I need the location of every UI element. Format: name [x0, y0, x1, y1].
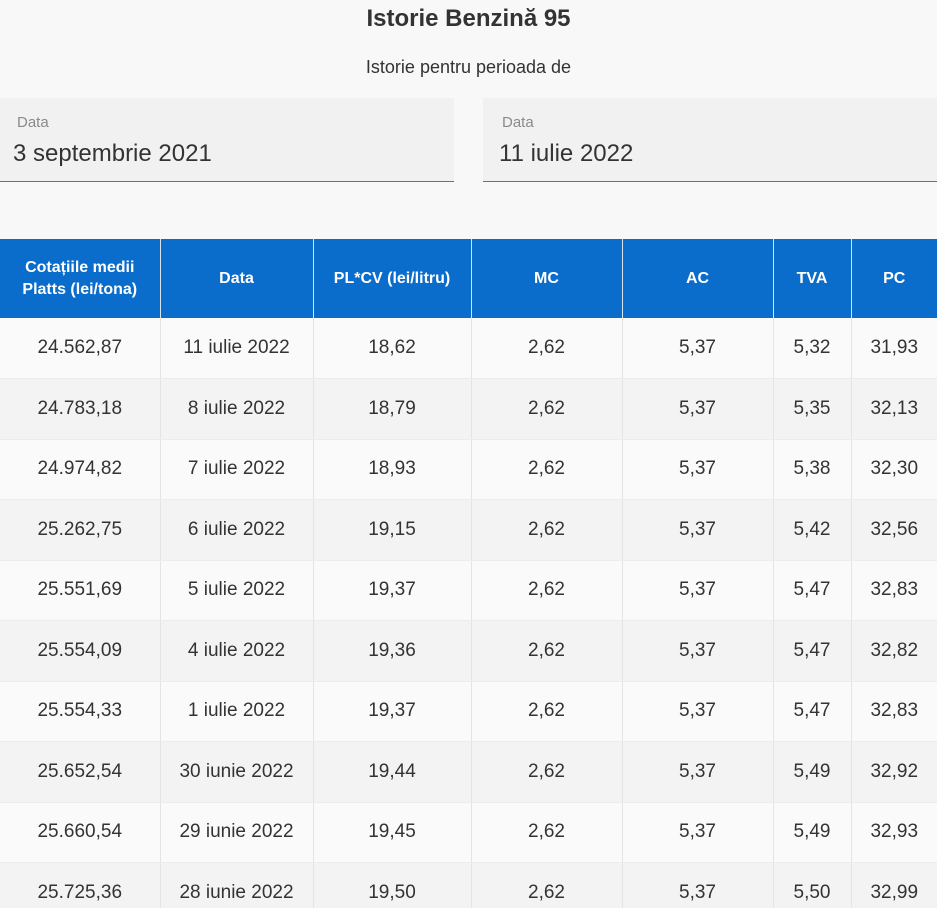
pl-cv-cell: 19,50 [313, 862, 472, 908]
mc-cell: 2,62 [471, 802, 623, 863]
table-row: 25.262,75 6 iulie 2022 19,15 2,62 5,37 5,42 32… [0, 499, 937, 561]
page-subtitle: Istorie pentru perioada de [365, 57, 572, 77]
mc-cell: 2,62 [471, 741, 623, 803]
mc-cell: 2,62 [471, 862, 623, 908]
platts-cell: 24.562,87 [0, 318, 161, 379]
tva-cell: 5,49 [773, 741, 852, 803]
table-row: 25.554,33 1 iulie 2022 19,37 2,62 5,37 5,47 32… [0, 681, 937, 742]
ac-cell: 5,37 [622, 318, 774, 379]
pc-cell: 32,56 [851, 499, 937, 561]
pl-cv-cell: 19,44 [313, 741, 472, 803]
table-row: 25.554,09 4 iulie 2022 19,36 2,62 5,37 5,47 32… [0, 620, 937, 682]
pl-cv-cell: 19,15 [313, 499, 472, 561]
table-row: 25.725,36 28 iunie 2022 19,50 2,62 5,37 5,50 3… [0, 862, 937, 908]
date-cell: 5 iulie 2022 [160, 560, 314, 621]
pl-cv-cell: 18,62 [313, 318, 472, 379]
platts-cell: 25.262,75 [0, 499, 161, 561]
table-row: 24.783,18 8 iulie 2022 18,79 2,62 5,37 5,35 32… [0, 378, 937, 440]
mc-cell: 2,62 [471, 620, 623, 682]
price-history-table: Cotațiile medii Platts (lei/tona) Data P… [0, 239, 937, 908]
tva-cell: 5,32 [773, 318, 852, 379]
pc-cell: 32,92 [851, 741, 937, 803]
mc-cell: 2,62 [471, 560, 623, 621]
mc-cell: 2,62 [471, 681, 623, 742]
column-header-mc: MC [471, 239, 623, 318]
ac-cell: 5,37 [622, 802, 774, 863]
date-cell: 8 iulie 2022 [160, 378, 314, 440]
column-header-ac: AC [622, 239, 774, 318]
date-cell: 11 iulie 2022 [160, 318, 314, 379]
start-date-label: Data [17, 114, 49, 131]
mc-cell: 2,62 [471, 318, 623, 379]
date-cell: 29 iunie 2022 [160, 802, 314, 863]
pc-cell: 32,83 [851, 560, 937, 621]
platts-cell: 25.554,09 [0, 620, 161, 682]
end-date-value[interactable]: 11 iulie 2022 [499, 140, 633, 168]
table-row: 25.652,54 30 iunie 2022 19,44 2,62 5,37 5,49 3… [0, 741, 937, 803]
ac-cell: 5,37 [622, 862, 774, 908]
ac-cell: 5,37 [622, 620, 774, 682]
end-date-field[interactable]: Data 11 iulie 2022 [483, 98, 937, 182]
platts-cell: 25.660,54 [0, 802, 161, 863]
pc-cell: 32,30 [851, 439, 937, 500]
platts-cell: 24.974,82 [0, 439, 161, 500]
platts-cell: 24.783,18 [0, 378, 161, 440]
tva-cell: 5,49 [773, 802, 852, 863]
date-cell: 28 iunie 2022 [160, 862, 314, 908]
pl-cv-cell: 19,36 [313, 620, 472, 682]
date-cell: 4 iulie 2022 [160, 620, 314, 682]
pc-cell: 31,93 [851, 318, 937, 379]
column-header-platts: Cotațiile medii Platts (lei/tona) [0, 239, 161, 318]
pl-cv-cell: 19,45 [313, 802, 472, 863]
platts-cell: 25.725,36 [0, 862, 161, 908]
table-row: 25.660,54 29 iunie 2022 19,45 2,62 5,37 5,49 3… [0, 802, 937, 863]
pl-cv-cell: 18,93 [313, 439, 472, 500]
ac-cell: 5,37 [622, 439, 774, 500]
start-date-value[interactable]: 3 septembrie 2021 [13, 140, 212, 168]
page-title: Istorie Benzină 95 [366, 5, 571, 32]
ac-cell: 5,37 [622, 681, 774, 742]
mc-cell: 2,62 [471, 378, 623, 440]
tva-cell: 5,38 [773, 439, 852, 500]
end-date-label: Data [502, 114, 534, 131]
ac-cell: 5,37 [622, 560, 774, 621]
pl-cv-cell: 18,79 [313, 378, 472, 440]
date-cell: 6 iulie 2022 [160, 499, 314, 561]
column-header-pl-cv: PL*CV (lei/litru) [313, 239, 472, 318]
table-row: 24.974,82 7 iulie 2022 18,93 2,62 5,37 5,38 32… [0, 439, 937, 500]
tva-cell: 5,50 [773, 862, 852, 908]
tva-cell: 5,47 [773, 560, 852, 621]
date-cell: 30 iunie 2022 [160, 741, 314, 803]
pc-cell: 32,93 [851, 802, 937, 863]
table-row: 24.562,87 11 iulie 2022 18,62 2,62 5,37 5,32 3… [0, 318, 937, 379]
platts-cell: 25.554,33 [0, 681, 161, 742]
platts-cell: 25.551,69 [0, 560, 161, 621]
table-header-row: Cotațiile medii Platts (lei/tona) Data P… [0, 239, 937, 318]
pl-cv-cell: 19,37 [313, 560, 472, 621]
tva-cell: 5,35 [773, 378, 852, 440]
date-cell: 7 iulie 2022 [160, 439, 314, 500]
pl-cv-cell: 19,37 [313, 681, 472, 742]
mc-cell: 2,62 [471, 499, 623, 561]
ac-cell: 5,37 [622, 499, 774, 561]
table-row: 25.551,69 5 iulie 2022 19,37 2,62 5,37 5,47 32… [0, 560, 937, 621]
tva-cell: 5,47 [773, 620, 852, 682]
platts-cell: 25.652,54 [0, 741, 161, 803]
pc-cell: 32,82 [851, 620, 937, 682]
ac-cell: 5,37 [622, 741, 774, 803]
page: Istorie Benzină 95 Istorie pentru perioa… [0, 0, 937, 908]
date-cell: 1 iulie 2022 [160, 681, 314, 742]
pc-cell: 32,99 [851, 862, 937, 908]
mc-cell: 2,62 [471, 439, 623, 500]
column-header-tva: TVA [773, 239, 852, 318]
pc-cell: 32,83 [851, 681, 937, 742]
pc-cell: 32,13 [851, 378, 937, 440]
tva-cell: 5,47 [773, 681, 852, 742]
tva-cell: 5,42 [773, 499, 852, 561]
table-body: 24.562,87 11 iulie 2022 18,62 2,62 5,37 5,32 3… [0, 318, 937, 908]
ac-cell: 5,37 [622, 378, 774, 440]
start-date-field[interactable]: Data 3 septembrie 2021 [0, 98, 454, 182]
column-header-pc: PC [851, 239, 937, 318]
column-header-date: Data [160, 239, 314, 318]
